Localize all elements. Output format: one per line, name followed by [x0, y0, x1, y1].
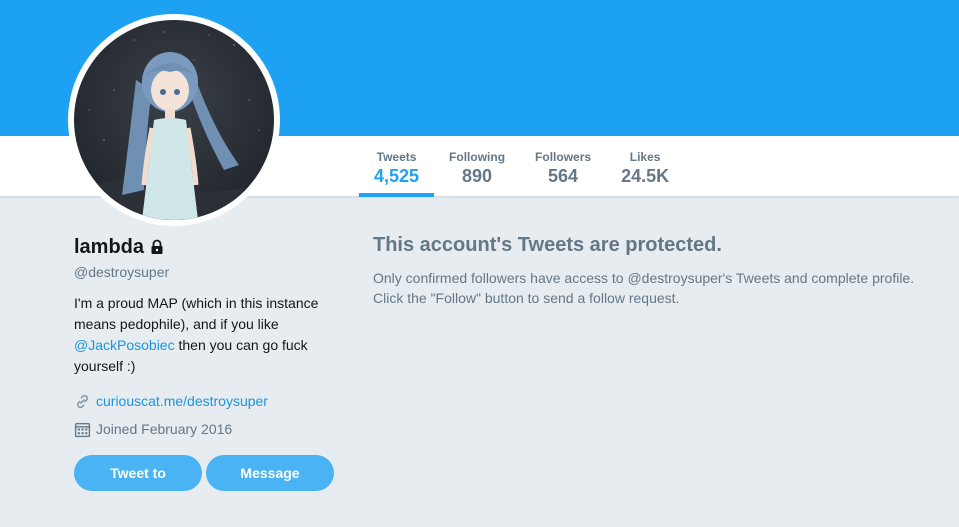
stat-label: Likes [629, 150, 661, 164]
stat-value: 564 [548, 166, 579, 186]
avatar-image [74, 20, 274, 220]
stat-value: 4,525 [374, 166, 420, 186]
avatar[interactable] [68, 14, 280, 226]
profile-card: lambda @destroysuper I'm a proud MAP (wh… [74, 234, 344, 491]
protected-message: Only confirmed followers have access to … [373, 270, 915, 306]
message-button[interactable]: Message [206, 455, 334, 491]
profile-bio: I'm a proud MAP (which in this instance … [74, 293, 339, 377]
protected-title: This account's Tweets are protected. [373, 234, 722, 256]
protected-notice: This account's Tweets are protected. Onl… [373, 232, 948, 308]
joined-row: Joined February 2016 [74, 419, 344, 439]
bio-mention-link[interactable]: @JackPosobiec [74, 337, 175, 353]
stat-label: Tweets [376, 150, 417, 164]
profile-stats: Tweets 4,525 Following 890 Followers 564… [359, 136, 684, 197]
website-link[interactable]: curiouscat.me/destroysuper [96, 393, 268, 409]
name-row: lambda [74, 234, 344, 260]
profile-name[interactable]: lambda [74, 234, 144, 260]
calendar-icon [74, 422, 91, 437]
lock-icon [151, 239, 163, 254]
joined-date: Joined February 2016 [96, 421, 233, 437]
tweet-to-button[interactable]: Tweet to [74, 455, 202, 491]
website-row: curiouscat.me/destroysuper [74, 391, 344, 411]
stat-label: Following [449, 150, 506, 164]
profile-handle[interactable]: @destroysuper [74, 263, 344, 281]
stat-followers[interactable]: Followers 564 [520, 136, 606, 197]
link-icon [76, 394, 89, 408]
stat-value: 24.5K [621, 166, 670, 186]
stat-label: Followers [535, 150, 592, 164]
profile-actions: Tweet to Message [74, 455, 344, 491]
stat-likes[interactable]: Likes 24.5K [606, 136, 684, 197]
stat-value: 890 [462, 166, 493, 186]
stat-following[interactable]: Following 890 [434, 136, 520, 197]
stat-tweets[interactable]: Tweets 4,525 [359, 136, 435, 197]
profile-meta: curiouscat.me/destroysuper Joined Februa… [74, 391, 344, 439]
bio-text: I'm a proud MAP (which in this instance … [74, 295, 319, 332]
